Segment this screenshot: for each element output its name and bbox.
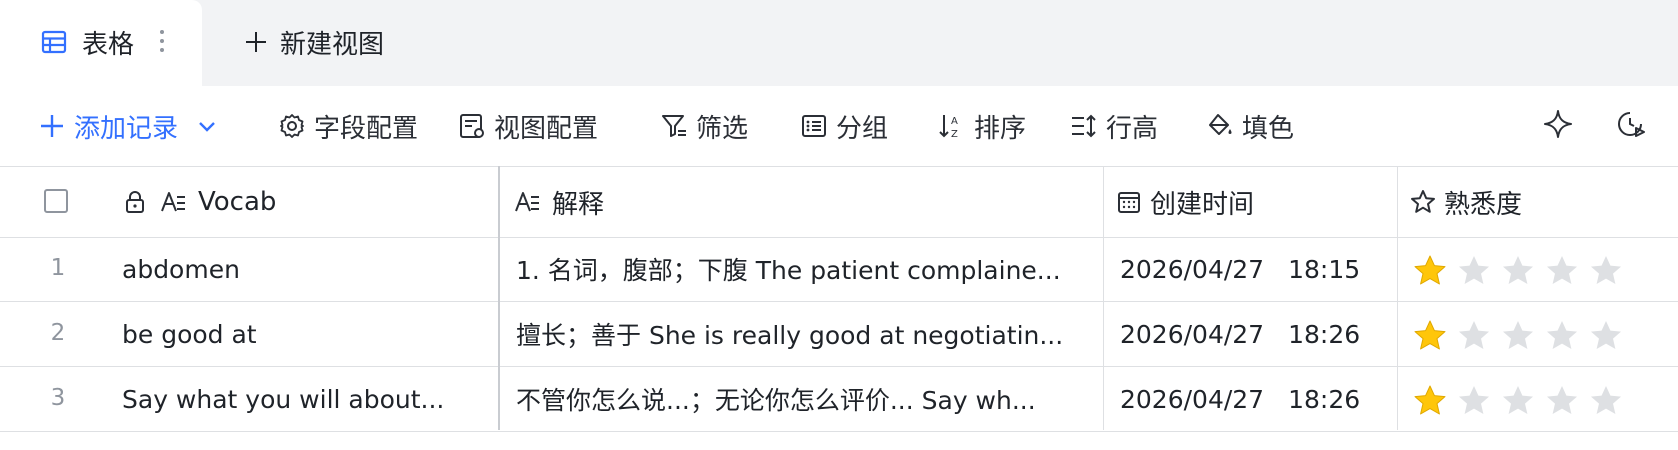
star-icon xyxy=(1411,190,1435,213)
fill-color-icon xyxy=(1209,114,1232,135)
row-height-label: 行高 xyxy=(1106,113,1159,144)
new-view-label: 新建视图 xyxy=(280,29,385,60)
column-header-vocab[interactable]: Vocab xyxy=(122,167,276,237)
column-divider[interactable] xyxy=(1103,166,1104,430)
rating-stars[interactable] xyxy=(1412,253,1632,289)
star-empty-icon[interactable] xyxy=(1544,383,1580,419)
select-all-checkbox[interactable] xyxy=(44,189,68,213)
sort-icon: A Z xyxy=(939,115,958,140)
created-date: 2026/04/27 xyxy=(1120,254,1265,284)
star-empty-icon[interactable] xyxy=(1456,318,1492,354)
star-empty-icon[interactable] xyxy=(1500,318,1536,354)
cell-description[interactable]: 擅长；善于 She is really good at negotiatin..… xyxy=(516,302,1092,366)
svg-text:Z: Z xyxy=(951,129,958,140)
tab-label: 表格 xyxy=(82,30,135,60)
sort-label: 排序 xyxy=(974,113,1027,144)
cell-vocab[interactable]: be good at xyxy=(122,302,462,366)
row-number: 2 xyxy=(50,320,66,346)
sparkle-icon[interactable] xyxy=(1542,108,1574,140)
row-height-button[interactable]: 行高 xyxy=(1070,108,1158,144)
history-icon[interactable] xyxy=(1614,108,1646,140)
group-icon xyxy=(802,115,826,137)
column-label-vocab: Vocab xyxy=(198,187,277,217)
table-row[interactable]: 2 be good at 擅长；善于 She is really good at… xyxy=(0,302,1678,367)
star-empty-icon[interactable] xyxy=(1500,383,1536,419)
star-filled-icon[interactable] xyxy=(1412,253,1448,289)
view-tab-bar: 表格 新建视图 xyxy=(0,0,1678,86)
add-record-button[interactable]: 添加记录 xyxy=(38,108,218,144)
star-empty-icon[interactable] xyxy=(1544,318,1580,354)
filter-label: 筛选 xyxy=(696,113,749,144)
cell-vocab[interactable]: Say what you will about... xyxy=(122,367,462,431)
view-config-button[interactable]: 视图配置 xyxy=(458,108,598,144)
cell-description[interactable]: 不管你怎么说...；无论你怎么评价... Say wh... xyxy=(516,367,1092,431)
rating-stars[interactable] xyxy=(1412,318,1632,354)
star-empty-icon[interactable] xyxy=(1456,253,1492,289)
toolbar: 添加记录 字段配置 视图配置 筛选 分组 A Z 排序 行高 填色 xyxy=(0,86,1678,166)
created-date: 2026/04/27 xyxy=(1120,319,1265,349)
plus-icon xyxy=(41,115,63,137)
group-button[interactable]: 分组 xyxy=(800,108,888,144)
rating-stars[interactable] xyxy=(1412,383,1632,419)
cell-created-time[interactable]: 2026/04/27 18:15 xyxy=(1120,237,1360,301)
filter-button[interactable]: 筛选 xyxy=(660,108,748,144)
more-vertical-icon[interactable] xyxy=(156,26,168,56)
calendar-icon xyxy=(1118,192,1140,213)
column-divider[interactable] xyxy=(498,166,500,430)
fill-color-label: 填色 xyxy=(1242,113,1295,144)
field-config-button[interactable]: 字段配置 xyxy=(278,108,418,144)
column-label-familiarity: 熟悉度 xyxy=(1444,189,1523,220)
star-empty-icon[interactable] xyxy=(1588,383,1624,419)
row-height-icon xyxy=(1072,114,1096,138)
chevron-down-icon[interactable] xyxy=(196,115,218,137)
cell-created-time[interactable]: 2026/04/27 18:26 xyxy=(1120,302,1360,366)
plus-icon xyxy=(246,32,266,52)
sort-button[interactable]: A Z 排序 xyxy=(938,108,1026,144)
row-number: 1 xyxy=(50,255,66,281)
created-time: 18:26 xyxy=(1288,384,1361,414)
group-label: 分组 xyxy=(836,113,889,144)
cell-vocab[interactable]: abdomen xyxy=(122,237,462,301)
filter-icon xyxy=(662,115,686,137)
tab-table-view[interactable]: 表格 xyxy=(0,0,202,86)
lock-icon xyxy=(126,191,144,213)
cell-description[interactable]: 1. 名词，腹部；下腹 The patient complaine... xyxy=(516,237,1092,301)
star-empty-icon[interactable] xyxy=(1500,253,1536,289)
column-label-created-time: 创建时间 xyxy=(1150,189,1255,220)
gear-icon xyxy=(280,114,304,138)
text-field-icon xyxy=(515,192,539,212)
table-row[interactable]: 1 abdomen 1. 名词，腹部；下腹 The patient compla… xyxy=(0,237,1678,302)
created-date: 2026/04/27 xyxy=(1120,384,1265,414)
created-time: 18:26 xyxy=(1288,319,1361,349)
fill-color-button[interactable]: 填色 xyxy=(1206,108,1294,144)
svg-text:A: A xyxy=(951,116,958,127)
star-empty-icon[interactable] xyxy=(1456,383,1492,419)
column-divider[interactable] xyxy=(1397,166,1398,430)
row-number: 3 xyxy=(50,385,66,411)
grid-table-icon xyxy=(41,30,67,54)
column-label-description: 解释 xyxy=(552,189,605,220)
star-empty-icon[interactable] xyxy=(1588,318,1624,354)
table-header: Vocab 解释 创建时间 熟悉度 xyxy=(0,166,1678,238)
star-filled-icon[interactable] xyxy=(1412,383,1448,419)
star-empty-icon[interactable] xyxy=(1588,253,1624,289)
table-row[interactable]: 3 Say what you will about... 不管你怎么说...；无… xyxy=(0,367,1678,432)
view-config-label: 视图配置 xyxy=(494,113,599,144)
star-filled-icon[interactable] xyxy=(1412,318,1448,354)
add-record-label: 添加记录 xyxy=(74,113,179,144)
star-empty-icon[interactable] xyxy=(1544,253,1580,289)
column-header-description[interactable]: 解释 xyxy=(510,167,604,237)
text-field-icon xyxy=(161,192,185,212)
column-header-created-time[interactable]: 创建时间 xyxy=(1116,167,1254,237)
view-config-icon xyxy=(460,114,484,138)
cell-created-time[interactable]: 2026/04/27 18:26 xyxy=(1120,367,1360,431)
new-view-button[interactable]: 新建视图 xyxy=(244,24,384,60)
created-time: 18:15 xyxy=(1288,254,1361,284)
column-header-familiarity[interactable]: 熟悉度 xyxy=(1410,167,1522,237)
field-config-label: 字段配置 xyxy=(314,113,419,144)
